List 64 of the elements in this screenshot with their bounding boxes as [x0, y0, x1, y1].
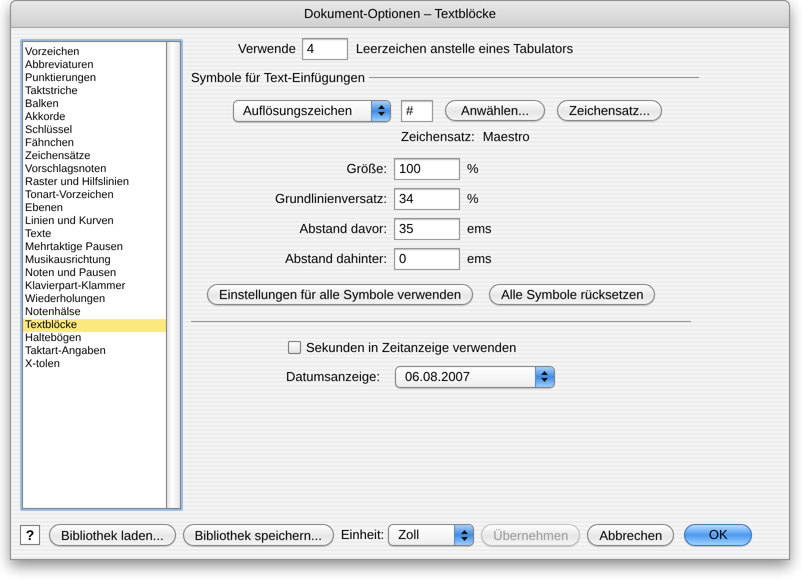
push-button[interactable]: Einstellungen für alle Symbole verwenden [207, 284, 474, 305]
list-item[interactable]: Vorschlagsnoten [23, 163, 166, 176]
list-item[interactable]: Vorzeichen [23, 46, 166, 59]
push-button[interactable]: OK [684, 524, 752, 546]
field-label: Datumsanzeige: [286, 368, 380, 386]
field-label: Einheit: [340, 526, 384, 544]
field-label: Grundlinienversatz: [274, 190, 388, 208]
list-item[interactable]: Mehrtaktige Pausen [23, 241, 166, 254]
list-item[interactable]: Abbreviaturen [23, 59, 166, 72]
section-heading: Symbole für Text-Einfügungen [191, 69, 365, 87]
list-item[interactable]: Klavierpart-Klammer [23, 280, 166, 293]
stepper-arrows-icon [378, 105, 384, 116]
list-item[interactable]: Taktstriche [23, 85, 166, 98]
push-button[interactable]: Anwählen... [445, 100, 545, 121]
push-button[interactable]: Alle Symbole rücksetzen [489, 284, 656, 305]
number-field[interactable]: 0 [394, 248, 460, 270]
push-button[interactable]: Zeichensatz... [557, 100, 662, 121]
list-item[interactable]: Linien und Kurven [23, 215, 166, 228]
list-item[interactable]: Tonart-Vorzeichen [23, 189, 166, 202]
list-item[interactable]: Notenhälse [23, 306, 166, 319]
stepper-arrows-icon [460, 530, 468, 540]
spaces-field[interactable]: 4 [302, 38, 348, 60]
field-label: Leerzeichen anstelle eines Tabulators [356, 40, 574, 58]
push-button[interactable]: Bibliothek speichern... [182, 524, 334, 546]
unit-label: % [467, 190, 479, 208]
number-field[interactable]: 34 [394, 188, 460, 210]
window-title: Dokument-Optionen – Textblöcke [304, 5, 496, 24]
unit-label: ems [467, 220, 492, 238]
checkbox-label: Sekunden in Zeitanzeige verwenden [306, 339, 516, 357]
list-item[interactable]: Musikausrichtung [23, 254, 166, 267]
stepper-arrows-icon [541, 371, 548, 382]
list-item[interactable]: Noten und Pausen [23, 267, 166, 280]
field-label: Verwende [238, 40, 296, 58]
list-item[interactable]: Taktart-Angaben [23, 345, 166, 358]
list-item[interactable]: Raster und Hilfslinien [23, 176, 166, 189]
help-button[interactable]: ? [20, 525, 40, 545]
field-label: Abstand davor: [298, 220, 388, 238]
field-label: Größe: [346, 160, 388, 178]
list-item[interactable]: Zeichensätze [23, 150, 166, 163]
list-item[interactable]: Akkorde [23, 111, 166, 124]
list-item[interactable]: Punktierungen [23, 72, 166, 85]
font-name: Maestro [482, 128, 530, 146]
font-label: Zeichensatz: [401, 128, 475, 146]
list-item[interactable]: Texte [23, 228, 166, 241]
push-button[interactable]: Bibliothek laden... [49, 524, 176, 546]
unit-label: ems [467, 250, 492, 268]
list-item[interactable]: Ebenen [23, 202, 166, 215]
checkbox[interactable] [288, 341, 301, 354]
list-item[interactable]: Textblöcke [23, 319, 166, 332]
symbol-popup[interactable]: Auflösungszeichen [233, 100, 391, 122]
date-popup[interactable]: 06.08.2007 [394, 366, 555, 388]
list-item[interactable]: Wiederholungen [23, 293, 166, 306]
list-item[interactable]: Balken [23, 98, 166, 111]
unit-label: % [467, 160, 479, 178]
list-item[interactable]: X-tolen [23, 358, 166, 371]
list-item[interactable]: Schlüssel [23, 124, 166, 137]
push-button[interactable]: Abbrechen [587, 524, 674, 546]
number-field[interactable]: 35 [394, 218, 460, 240]
field-label: Abstand dahinter: [284, 250, 388, 268]
character-field[interactable]: # [401, 100, 433, 122]
list-item[interactable]: Fähnchen [23, 137, 166, 150]
number-field[interactable]: 100 [394, 158, 460, 180]
unit-popup[interactable]: Zoll [388, 524, 474, 546]
list-item[interactable]: Haltebögen [23, 332, 166, 345]
